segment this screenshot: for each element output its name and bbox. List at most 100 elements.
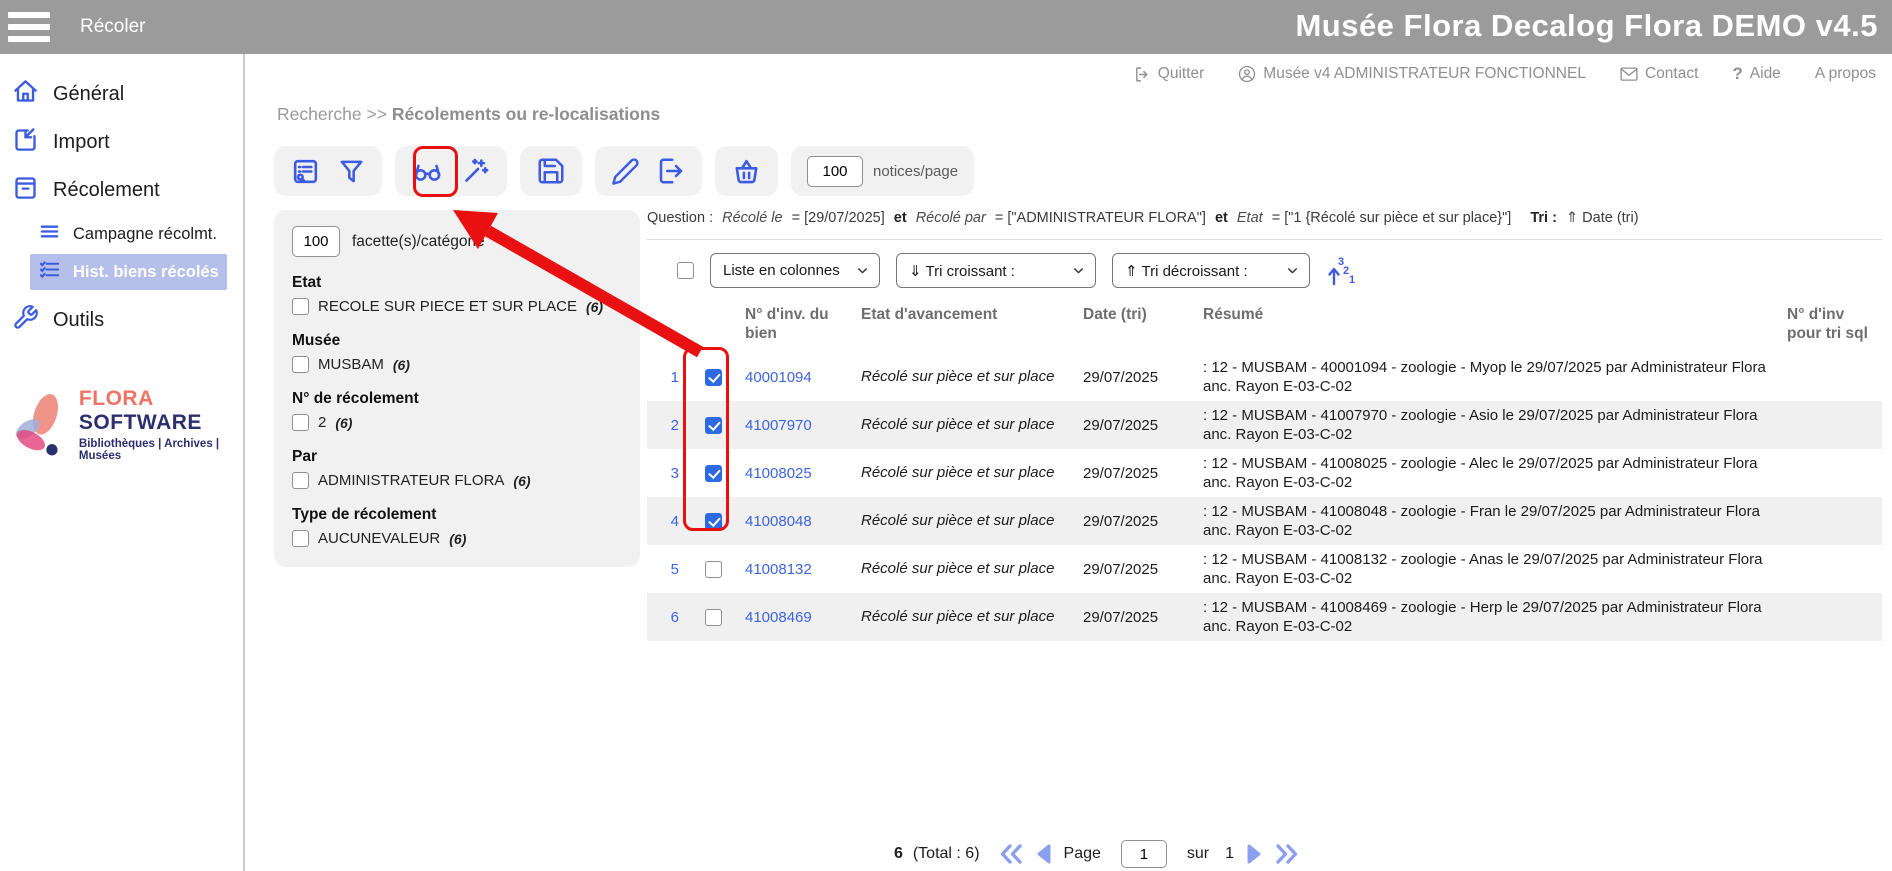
etat-avancement-cell: Récolé sur pièce et sur place (861, 460, 1075, 487)
help-icon: ? (1732, 64, 1742, 84)
row-checkbox[interactable] (705, 369, 722, 386)
apropos-link[interactable]: A propos (1815, 65, 1876, 83)
chevron-down-icon (1286, 264, 1299, 277)
row-checkbox[interactable] (705, 465, 722, 482)
etat-avancement-cell: Récolé sur pièce et sur place (861, 508, 1075, 535)
edit-button[interactable] (611, 157, 640, 186)
date-cell: 29/07/2025 (1083, 465, 1195, 482)
row-number-link[interactable]: 1 (647, 369, 681, 386)
view-mode-select[interactable]: Liste en colonnes (710, 253, 880, 288)
etat-avancement-cell: Récolé sur pièce et sur place (861, 604, 1075, 631)
facet-group-title: Par (292, 448, 622, 466)
row-checkbox[interactable] (705, 513, 722, 530)
inventory-number-link[interactable]: 41008025 (745, 465, 853, 482)
select-all-checkbox[interactable] (677, 262, 694, 279)
magic-wand-button[interactable] (460, 156, 491, 187)
import-icon (12, 126, 39, 158)
row-checkbox[interactable] (705, 609, 722, 626)
row-checkbox[interactable] (705, 417, 722, 434)
next-page-button[interactable] (1244, 843, 1264, 865)
export-button[interactable] (656, 156, 686, 186)
date-cell: 29/07/2025 (1083, 561, 1195, 578)
prev-page-button[interactable] (1034, 843, 1054, 865)
sort-numeric-icon[interactable]: 3 2 1 (1326, 254, 1356, 288)
facet-checkbox[interactable] (292, 298, 309, 315)
checklist-icon (38, 258, 61, 286)
inventory-number-link[interactable]: 41008132 (745, 561, 853, 578)
contact-link[interactable]: Contact (1620, 65, 1698, 83)
inventory-number-link[interactable]: 40001094 (745, 369, 853, 386)
facet-count-label: facette(s)/catégorie (352, 233, 485, 251)
sur-label: sur (1187, 845, 1209, 863)
aide-link[interactable]: ? Aide (1732, 64, 1780, 84)
sidebar-item-outils[interactable]: Outils (0, 296, 243, 344)
col-header-inv: N° d'inv. du bien (745, 306, 853, 353)
etat-avancement-cell: Récolé sur pièce et sur place (861, 412, 1075, 439)
table-row: 4 41008048 Récolé sur pièce et sur place… (647, 497, 1882, 545)
chevron-down-icon (856, 264, 869, 277)
last-page-button[interactable] (1274, 842, 1300, 866)
row-number-link[interactable]: 5 (647, 561, 681, 578)
export-icon (656, 156, 686, 186)
filter-icon (337, 157, 366, 186)
sort-ascending-select[interactable]: ⇓ Tri croissant : (896, 253, 1096, 288)
filter-button[interactable] (337, 157, 366, 186)
double-chevron-right-icon (1274, 842, 1300, 866)
page-number-input[interactable] (1121, 840, 1167, 868)
view-results-button[interactable] (411, 155, 444, 188)
topbar: Récoler Musée Flora Decalog Flora DEMO v… (0, 0, 1892, 54)
sidebar-item-recolement[interactable]: Récolement (0, 166, 243, 214)
facet-option[interactable]: AUCUNEVALEUR (6) (292, 530, 622, 547)
resume-cell: : 12 - MUSBAM - 41008469 - zoologie - He… (1203, 594, 1779, 641)
facet-checkbox[interactable] (292, 356, 309, 373)
inventory-number-link[interactable]: 41008048 (745, 513, 853, 530)
date-cell: 29/07/2025 (1083, 513, 1195, 530)
notices-per-page-input[interactable] (807, 156, 863, 187)
facet-option[interactable]: ADMINISTRATEUR FLORA (6) (292, 472, 622, 489)
facet-option[interactable]: MUSBAM (6) (292, 356, 622, 373)
facet-option[interactable]: 2 (6) (292, 414, 622, 431)
facet-checkbox[interactable] (292, 530, 309, 547)
basket-button[interactable] (731, 156, 762, 187)
save-button[interactable] (536, 156, 566, 186)
facet-panel: facette(s)/catégorie Etat RECOLE SUR PIE… (274, 210, 640, 567)
facet-checkbox[interactable] (292, 414, 309, 431)
toolbar: notices/page (274, 146, 974, 196)
sidebar-item-import[interactable]: Import (0, 118, 243, 166)
results-list-button[interactable] (290, 156, 321, 187)
row-number-link[interactable]: 4 (647, 513, 681, 530)
userbar: Quitter Musée v4 ADMINISTRATEUR FONCTION… (1134, 64, 1876, 84)
sidebar-item-general[interactable]: Général (0, 70, 243, 118)
page-label: Page (1064, 845, 1101, 863)
sort-descending-select[interactable]: ⇑ Tri décroissant : (1112, 253, 1310, 288)
basket-icon (731, 156, 762, 187)
resume-cell: : 12 - MUSBAM - 41008132 - zoologie - An… (1203, 546, 1779, 593)
menu-icon[interactable] (8, 12, 50, 42)
date-cell: 29/07/2025 (1083, 369, 1195, 386)
row-number-link[interactable]: 2 (647, 417, 681, 434)
home-icon (12, 78, 39, 110)
list-controls: Liste en colonnes ⇓ Tri croissant : ⇑ Tr… (647, 253, 1882, 288)
row-number-link[interactable]: 3 (647, 465, 681, 482)
table-header-row: N° d'inv. du bien Etat d'avancement Date… (647, 306, 1882, 353)
app-title: Récoler (80, 16, 145, 38)
mail-icon (1620, 67, 1638, 82)
table-row: 1 40001094 Récolé sur pièce et sur place… (647, 353, 1882, 401)
user-icon (1238, 65, 1256, 83)
facet-count-input[interactable] (292, 226, 340, 257)
resume-cell: : 12 - MUSBAM - 41008048 - zoologie - Fr… (1203, 498, 1779, 545)
triangle-left-icon (1034, 843, 1054, 865)
row-checkbox[interactable] (705, 561, 722, 578)
inventory-number-link[interactable]: 41008469 (745, 609, 853, 626)
sidebar-item-hist-biens-recoles[interactable]: Hist. biens récolés (30, 254, 227, 290)
row-number-link[interactable]: 6 (647, 609, 681, 626)
sidebar-item-campagne[interactable]: Campagne récolmt. (30, 216, 227, 252)
first-page-button[interactable] (998, 842, 1024, 866)
user-account-link[interactable]: Musée v4 ADMINISTRATEUR FONCTIONNEL (1238, 65, 1586, 83)
facet-checkbox[interactable] (292, 472, 309, 489)
col-header-etat: Etat d'avancement (861, 306, 1075, 353)
notices-per-page-label: notices/page (873, 163, 958, 180)
facet-option[interactable]: RECOLE SUR PIECE ET SUR PLACE (6) (292, 298, 622, 315)
inventory-number-link[interactable]: 41007970 (745, 417, 853, 434)
quitter-link[interactable]: Quitter (1134, 65, 1205, 83)
